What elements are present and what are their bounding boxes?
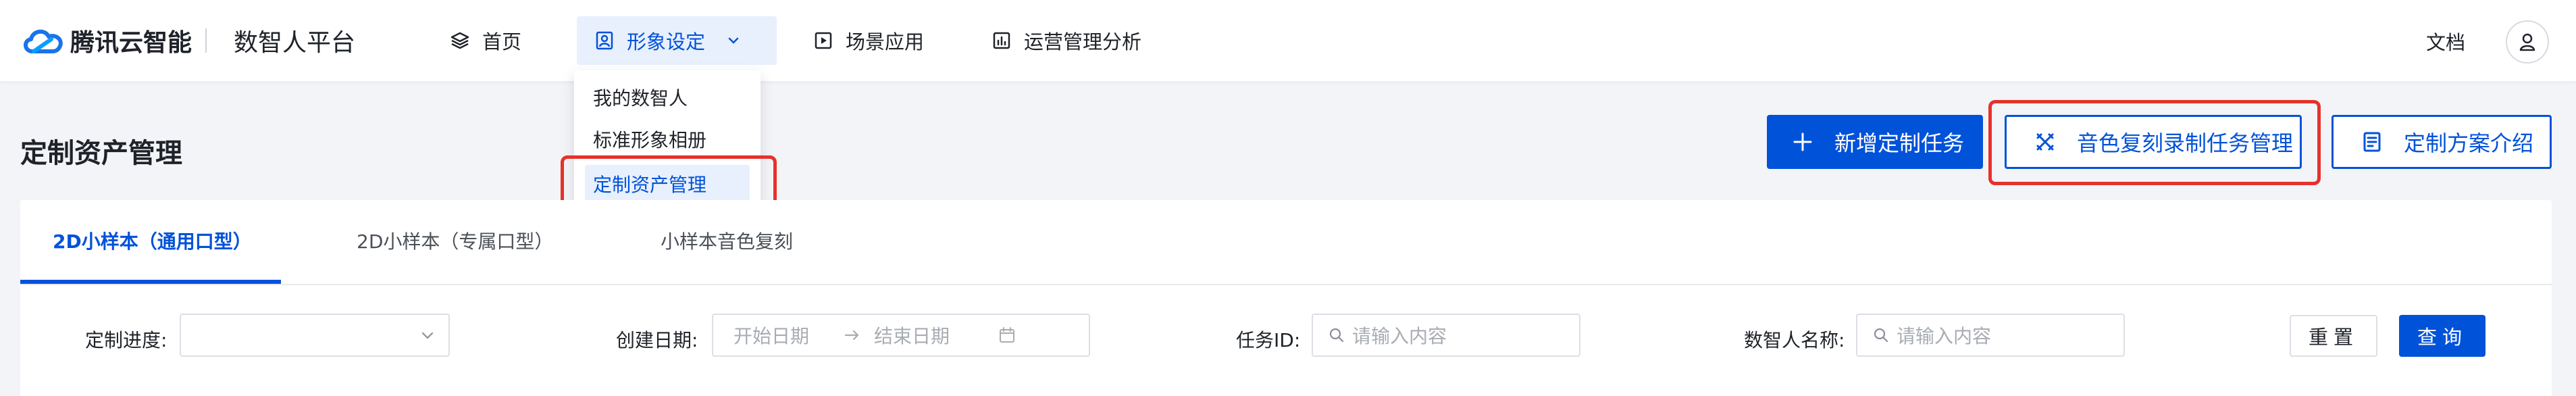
chevron-down-icon: [728, 37, 739, 44]
menu-item-standard-album[interactable]: 标准形象相册: [593, 126, 706, 153]
tab-2d-generic[interactable]: 2D小样本（通用口型）: [53, 227, 252, 254]
cloud-logo-icon: [24, 29, 63, 53]
header-divider: [205, 28, 207, 53]
name-placeholder: 请输入内容: [1897, 325, 1992, 347]
nav-label: 形象设定: [627, 30, 706, 53]
portrait-icon: [596, 31, 613, 50]
user-avatar-button[interactable]: [2506, 20, 2549, 64]
chevron-down-icon: [421, 332, 434, 339]
brand-logo[interactable]: 腾讯云智能: [20, 20, 192, 61]
button-label: 新增定制任务: [1834, 130, 1965, 156]
query-button[interactable]: 查询: [2399, 315, 2485, 357]
date-range-picker[interactable]: 开始日期 结束日期: [712, 314, 1090, 357]
menu-item-my-digital-human[interactable]: 我的数智人: [593, 84, 688, 111]
tab-2d-dedicated[interactable]: 2D小样本（专属口型）: [357, 227, 553, 254]
platform-title[interactable]: 数智人平台: [234, 23, 355, 58]
brand-name: 腾讯云智能: [70, 29, 192, 57]
plus-icon: [1793, 132, 1812, 151]
task-id-label: 任务ID:: [1236, 329, 1301, 351]
start-date-placeholder: 开始日期: [733, 325, 810, 347]
search-icon: [1874, 328, 1888, 343]
top-navigation-bar: 腾讯云智能 数智人平台 首页 形象设定 场景应用 运营管理分析 文档: [0, 0, 2576, 81]
nav-item-scenes[interactable]: 场景应用: [813, 23, 924, 58]
document-icon: [2363, 132, 2381, 152]
active-tab-indicator: [20, 280, 281, 284]
tab-bar: 2D小样本（通用口型） 2D小样本（专属口型） 小样本音色复刻: [20, 200, 2552, 285]
arrow-right-icon: [844, 330, 859, 341]
calendar-icon: [1000, 327, 1015, 343]
search-icon: [1329, 328, 1344, 343]
task-id-input[interactable]: 请输入内容: [1312, 314, 1580, 357]
docs-link[interactable]: 文档: [2426, 27, 2465, 55]
tab-voice-clone[interactable]: 小样本音色复刻: [661, 227, 793, 254]
highlight-box: [1988, 100, 2321, 185]
nav-label: 首页: [482, 30, 522, 53]
progress-select[interactable]: [180, 314, 450, 357]
layers-icon: [450, 32, 469, 49]
button-label: 定制方案介绍: [2404, 130, 2534, 156]
digital-human-name-input[interactable]: 请输入内容: [1856, 314, 2125, 357]
nav-item-operations[interactable]: 运营管理分析: [991, 23, 1141, 58]
new-custom-task-button[interactable]: 新增定制任务: [1767, 115, 1983, 169]
end-date-placeholder: 结束日期: [874, 325, 950, 347]
progress-label: 定制进度:: [85, 329, 168, 351]
plan-intro-button[interactable]: 定制方案介绍: [2332, 115, 2552, 169]
date-label: 创建日期:: [616, 329, 698, 351]
asset-list-card: 2D小样本（通用口型） 2D小样本（专属口型） 小样本音色复刻 定制进度: 创建…: [20, 200, 2552, 396]
play-icon: [815, 32, 832, 49]
reset-button[interactable]: 重置: [2290, 315, 2377, 357]
task-id-placeholder: 请输入内容: [1352, 325, 1447, 347]
nav-item-home[interactable]: 首页: [450, 23, 521, 58]
nav-label: 运营管理分析: [1024, 30, 1142, 53]
digital-human-name-label: 数智人名称:: [1744, 329, 1845, 351]
nav-item-image-settings[interactable]: 形象设定: [577, 16, 777, 65]
chart-icon: [993, 32, 1010, 49]
page-title: 定制资产管理: [20, 138, 182, 169]
nav-label: 场景应用: [846, 30, 925, 53]
user-icon: [2519, 33, 2535, 51]
